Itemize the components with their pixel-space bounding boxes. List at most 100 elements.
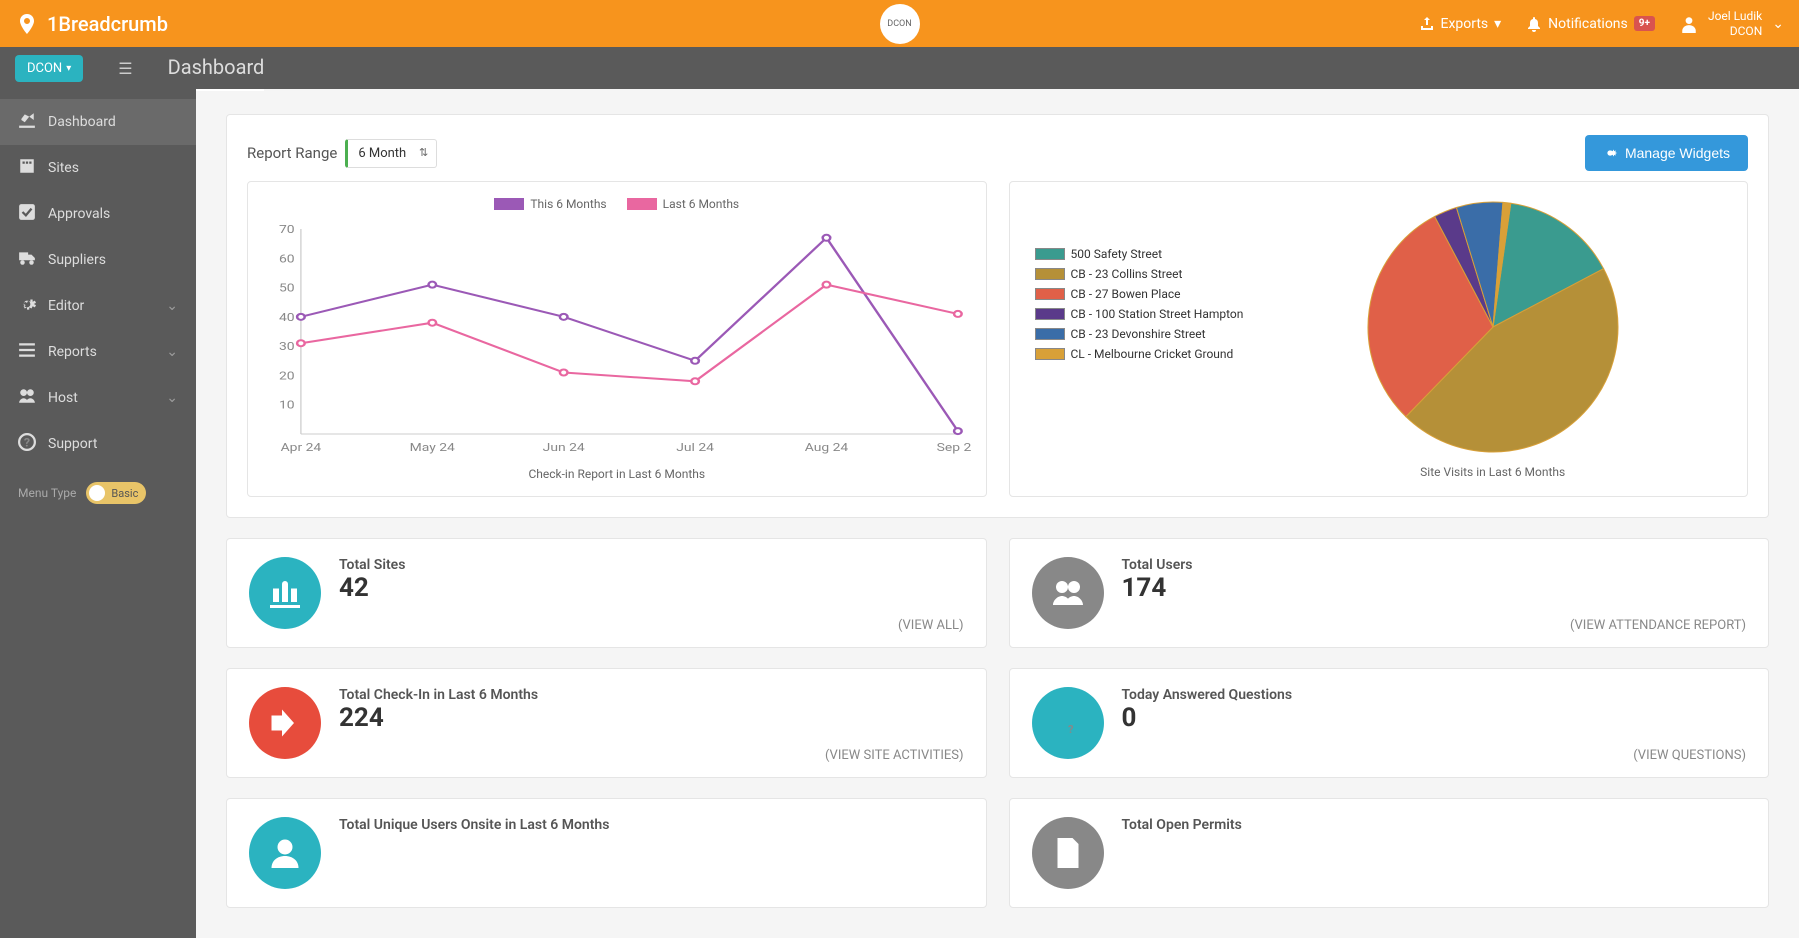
sidebar-item-label: Editor <box>48 298 84 314</box>
legend-swatch <box>1035 268 1065 280</box>
menu-toggle-icon[interactable]: ☰ <box>118 59 132 78</box>
stat-icon <box>249 817 321 889</box>
user-menu[interactable]: Joel Ludik DCON ⌄ <box>1680 9 1784 38</box>
chart-line-icon <box>18 111 36 133</box>
stat-card: ? Today Answered Questions 0 (VIEW QUEST… <box>1009 668 1770 778</box>
user-icon <box>1680 15 1698 33</box>
stat-label: Total Open Permits <box>1122 817 1747 833</box>
breadcrumb-icon <box>15 12 39 36</box>
notifications-menu[interactable]: Notifications 9+ <box>1526 16 1655 32</box>
stat-value: 174 <box>1122 573 1747 603</box>
users-icon <box>18 387 36 409</box>
stat-label: Total Check-In in Last 6 Months <box>339 687 964 703</box>
sidebar-item-approvals[interactable]: Approvals <box>0 191 196 237</box>
menu-type-label: Menu Type <box>18 486 76 500</box>
sidebar-item-suppliers[interactable]: Suppliers <box>0 237 196 283</box>
exports-menu[interactable]: Exports ▾ <box>1419 16 1502 32</box>
stat-link[interactable]: (VIEW SITE ACTIVITIES) <box>825 748 964 763</box>
gear-icon <box>18 295 36 317</box>
brand-text: 1Breadcrumb <box>47 12 168 36</box>
user-name: Joel Ludik <box>1708 9 1762 23</box>
chevron-down-icon: ⌄ <box>166 390 178 406</box>
report-range-label: Report Range <box>247 144 337 162</box>
sidebar-item-reports[interactable]: Reports ⌄ <box>0 329 196 375</box>
sidebar-item-editor[interactable]: Editor ⌄ <box>0 283 196 329</box>
stat-card: Total Sites 42 (VIEW ALL) <box>226 538 987 648</box>
sidebar-item-sites[interactable]: Sites <box>0 145 196 191</box>
stat-card: Total Users 174 (VIEW ATTENDANCE REPORT) <box>1009 538 1770 648</box>
legend-swatch <box>1035 328 1065 340</box>
stat-link[interactable]: (VIEW ATTENDANCE REPORT) <box>1570 618 1746 633</box>
chevron-down-icon: ▾ <box>1494 16 1501 32</box>
svg-text:May 24: May 24 <box>410 441 455 454</box>
legend-item: CL - Melbourne Cricket Ground <box>1035 347 1244 361</box>
manage-widgets-button[interactable]: Manage Widgets <box>1585 135 1748 171</box>
brand-logo[interactable]: 1Breadcrumb <box>15 12 168 36</box>
stat-value: 42 <box>339 573 964 603</box>
menu-type-switch[interactable]: Basic <box>86 482 146 504</box>
sidebar-item-support[interactable]: ? Support <box>0 421 196 467</box>
controls-row: Report Range 6 Month Manage Widgets <box>227 115 1768 181</box>
pie-chart <box>1363 197 1623 457</box>
check-square-icon <box>18 203 36 225</box>
stat-label: Total Sites <box>339 557 964 573</box>
chevron-down-icon: ▾ <box>66 63 71 74</box>
truck-icon <box>18 249 36 271</box>
legend-item: CB - 27 Bowen Place <box>1035 287 1244 301</box>
stat-icon <box>249 557 321 629</box>
sidebar-item-label: Support <box>48 436 97 452</box>
sidebar-item-label: Reports <box>48 344 97 360</box>
svg-text:60: 60 <box>279 253 295 266</box>
stat-value: 0 <box>1122 703 1747 733</box>
legend-item: This 6 Months <box>494 197 606 211</box>
legend-item: CB - 23 Collins Street <box>1035 267 1244 281</box>
building-icon <box>18 157 36 179</box>
sub-header: DCON ▾ ☰ Dashboard <box>0 47 1799 89</box>
line-chart-title: Check-in Report in Last 6 Months <box>263 467 971 481</box>
chevron-down-icon: ⌄ <box>166 298 178 314</box>
legend-item: 500 Safety Street <box>1035 247 1244 261</box>
main-content: Report Range 6 Month Manage Widgets This… <box>196 89 1799 938</box>
report-range-select[interactable]: 6 Month <box>345 139 437 168</box>
top-header: 1Breadcrumb DCON Exports ▾ Notifications… <box>0 0 1799 47</box>
stat-link[interactable]: (VIEW QUESTIONS) <box>1633 748 1746 763</box>
company-selector[interactable]: DCON ▾ <box>15 55 83 82</box>
svg-text:Apr 24: Apr 24 <box>281 441 322 454</box>
bell-icon <box>1526 16 1542 32</box>
notification-badge: 9+ <box>1634 16 1655 31</box>
sidebar-item-host[interactable]: Host ⌄ <box>0 375 196 421</box>
svg-text:20: 20 <box>279 370 295 383</box>
page-title: Dashboard <box>168 55 265 91</box>
export-icon <box>1419 16 1435 32</box>
svg-text:Sep 24: Sep 24 <box>937 441 971 454</box>
stat-card: Total Open Permits <box>1009 798 1770 908</box>
stat-link[interactable]: (VIEW ALL) <box>898 618 964 633</box>
stat-icon <box>1032 557 1104 629</box>
sidebar-item-dashboard[interactable]: Dashboard <box>0 99 196 145</box>
chevron-down-icon: ⌄ <box>166 344 178 360</box>
svg-text:Aug 24: Aug 24 <box>805 441 848 454</box>
stat-label: Total Unique Users Onsite in Last 6 Mont… <box>339 817 964 833</box>
sidebar-item-label: Sites <box>48 160 79 176</box>
legend-swatch <box>1035 348 1065 360</box>
svg-text:30: 30 <box>279 340 295 353</box>
list-icon <box>18 341 36 363</box>
legend-swatch <box>494 198 524 210</box>
pie-chart-title: Site Visits in Last 6 Months <box>1420 465 1565 479</box>
svg-text:10: 10 <box>279 399 295 412</box>
stat-card: Total Check-In in Last 6 Months 224 (VIE… <box>226 668 987 778</box>
svg-text:50: 50 <box>279 282 295 295</box>
stat-icon <box>1032 817 1104 889</box>
sidebar-item-label: Approvals <box>48 206 110 222</box>
center-company-logo[interactable]: DCON <box>880 4 920 44</box>
legend-swatch <box>1035 308 1065 320</box>
svg-text:40: 40 <box>279 311 295 324</box>
svg-text:?: ? <box>1068 723 1074 736</box>
legend-swatch <box>1035 248 1065 260</box>
svg-text:70: 70 <box>279 223 295 236</box>
user-company: DCON <box>1730 24 1763 38</box>
line-chart: 10203040506070Apr 24May 24Jun 24Jul 24Au… <box>263 219 971 459</box>
sidebar: Dashboard Sites Approvals Suppliers Edit… <box>0 89 196 938</box>
svg-text:Jul 24: Jul 24 <box>676 441 714 454</box>
stat-value: 224 <box>339 703 964 733</box>
